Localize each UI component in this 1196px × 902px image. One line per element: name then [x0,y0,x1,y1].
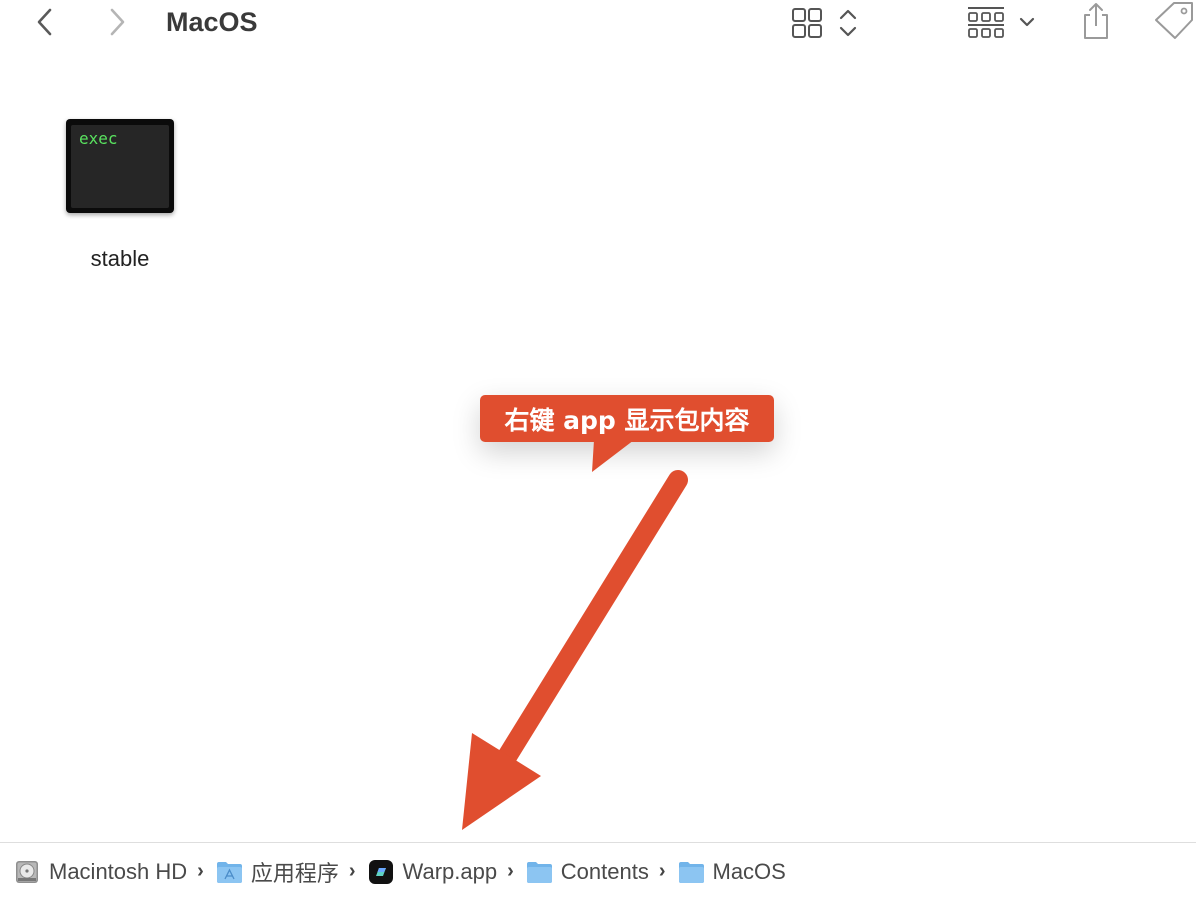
path-item-label: Contents [560,858,649,884]
forward-button[interactable] [102,4,132,40]
window-title: MacOS [166,7,258,37]
path-item-applications[interactable]: 应用程序 [216,856,339,888]
icon-grid-view-icon [792,8,857,38]
hard-drive-icon [14,859,41,885]
terminal-screen: exec [71,125,169,208]
folder-icon [526,859,553,885]
path-item-macos[interactable]: MacOS [678,859,786,885]
path-item-macintosh-hd[interactable]: Macintosh HD [14,859,187,885]
unix-executable-icon: exec [66,119,174,213]
path-item-contents[interactable]: Contents [526,859,649,885]
path-item-label: Warp.app [402,858,498,884]
chevron-right-icon [110,8,125,36]
back-button[interactable] [30,4,60,40]
callout-tail [592,440,634,472]
group-by-button[interactable] [962,2,1042,42]
warp-app-icon [368,859,395,885]
annotation-callout: 右键 app 显示包内容 [480,395,774,442]
path-separator: › [348,860,356,882]
path-item-warp-app[interactable]: Warp.app [368,858,498,885]
path-separator: › [507,860,514,882]
share-icon [1084,3,1108,39]
folder-icon [678,859,705,885]
group-by-icon [968,7,1035,38]
file-name: stable [90,246,150,271]
path-item-label: Macintosh HD [49,858,188,884]
toolbar: MacOS [0,0,1196,46]
chevron-left-icon [37,8,52,36]
tag-button[interactable] [1150,0,1196,44]
path-item-label: 应用程序 [250,861,339,887]
applications-folder-icon [216,859,243,885]
path-bar: Macintosh HD › 应用程序 › Warp.app › Content… [0,842,1196,900]
annotation-text: 右键 app 显示包内容 [504,405,750,435]
share-button[interactable] [1078,0,1114,42]
view-mode-button[interactable] [788,4,862,42]
tag-icon [1155,2,1193,39]
path-separator: › [658,860,666,882]
exec-icon-label: exec [79,129,118,148]
path-item-label: MacOS [712,858,786,884]
path-separator: › [197,860,204,882]
